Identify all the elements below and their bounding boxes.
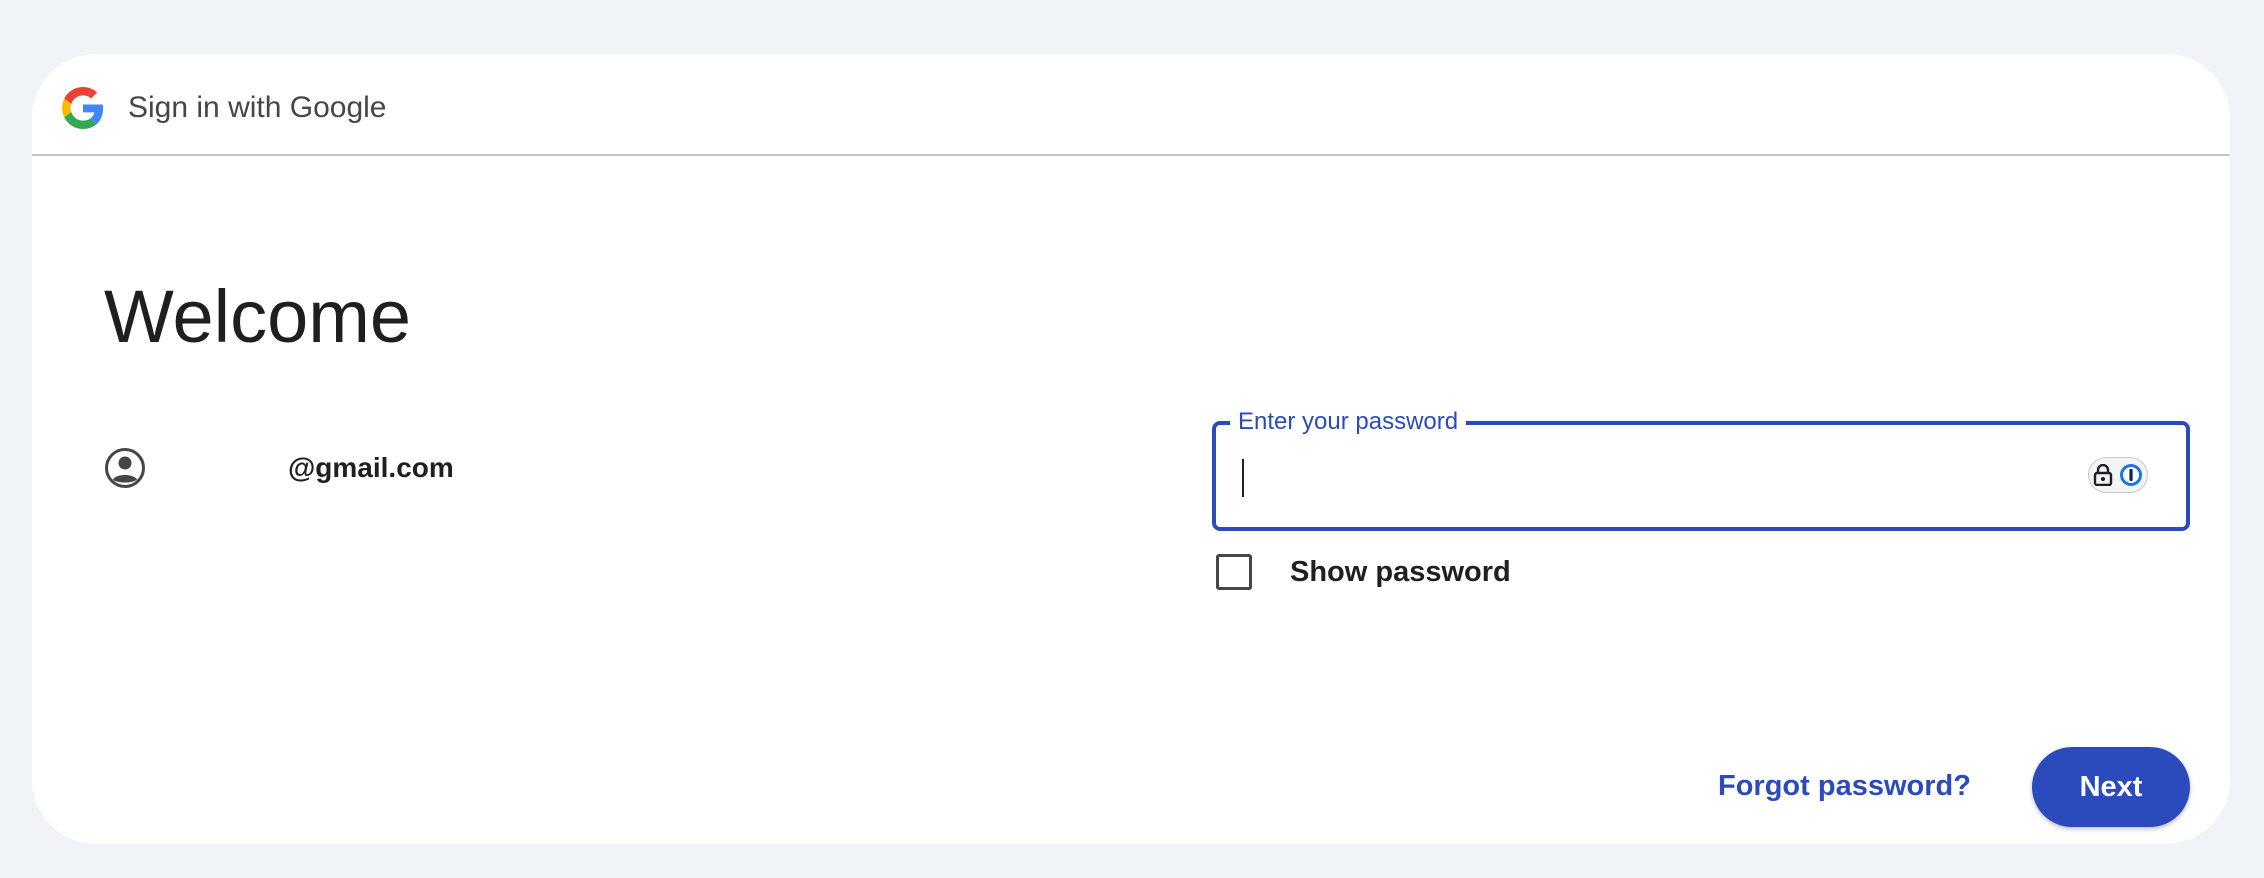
password-manager-icon[interactable]: [2088, 457, 2148, 493]
sign-in-card: Sign in with Google Welcome @gmail.com E…: [32, 54, 2230, 844]
onepassword-icon: [2120, 464, 2142, 486]
forgot-password-link[interactable]: Forgot password?: [1718, 766, 1971, 806]
lock-icon: [2093, 464, 2113, 486]
show-password-label[interactable]: Show password: [1290, 553, 1511, 591]
password-field[interactable]: Enter your password: [1212, 407, 2190, 531]
show-password-checkbox[interactable]: [1216, 554, 1252, 590]
password-label: Enter your password: [1230, 407, 1467, 437]
account-circle-icon: [105, 448, 145, 488]
text-caret: [1242, 459, 1244, 497]
account-chip[interactable]: @gmail.com: [104, 444, 454, 492]
password-input[interactable]: [1238, 455, 2058, 499]
account-email: @gmail.com: [288, 452, 454, 483]
page-title: Welcome: [104, 275, 412, 358]
next-button[interactable]: Next: [2032, 747, 2190, 827]
google-g-icon: [62, 87, 104, 129]
header-title: Sign in with Google: [128, 91, 387, 124]
card-header: Sign in with Google: [32, 54, 2230, 156]
